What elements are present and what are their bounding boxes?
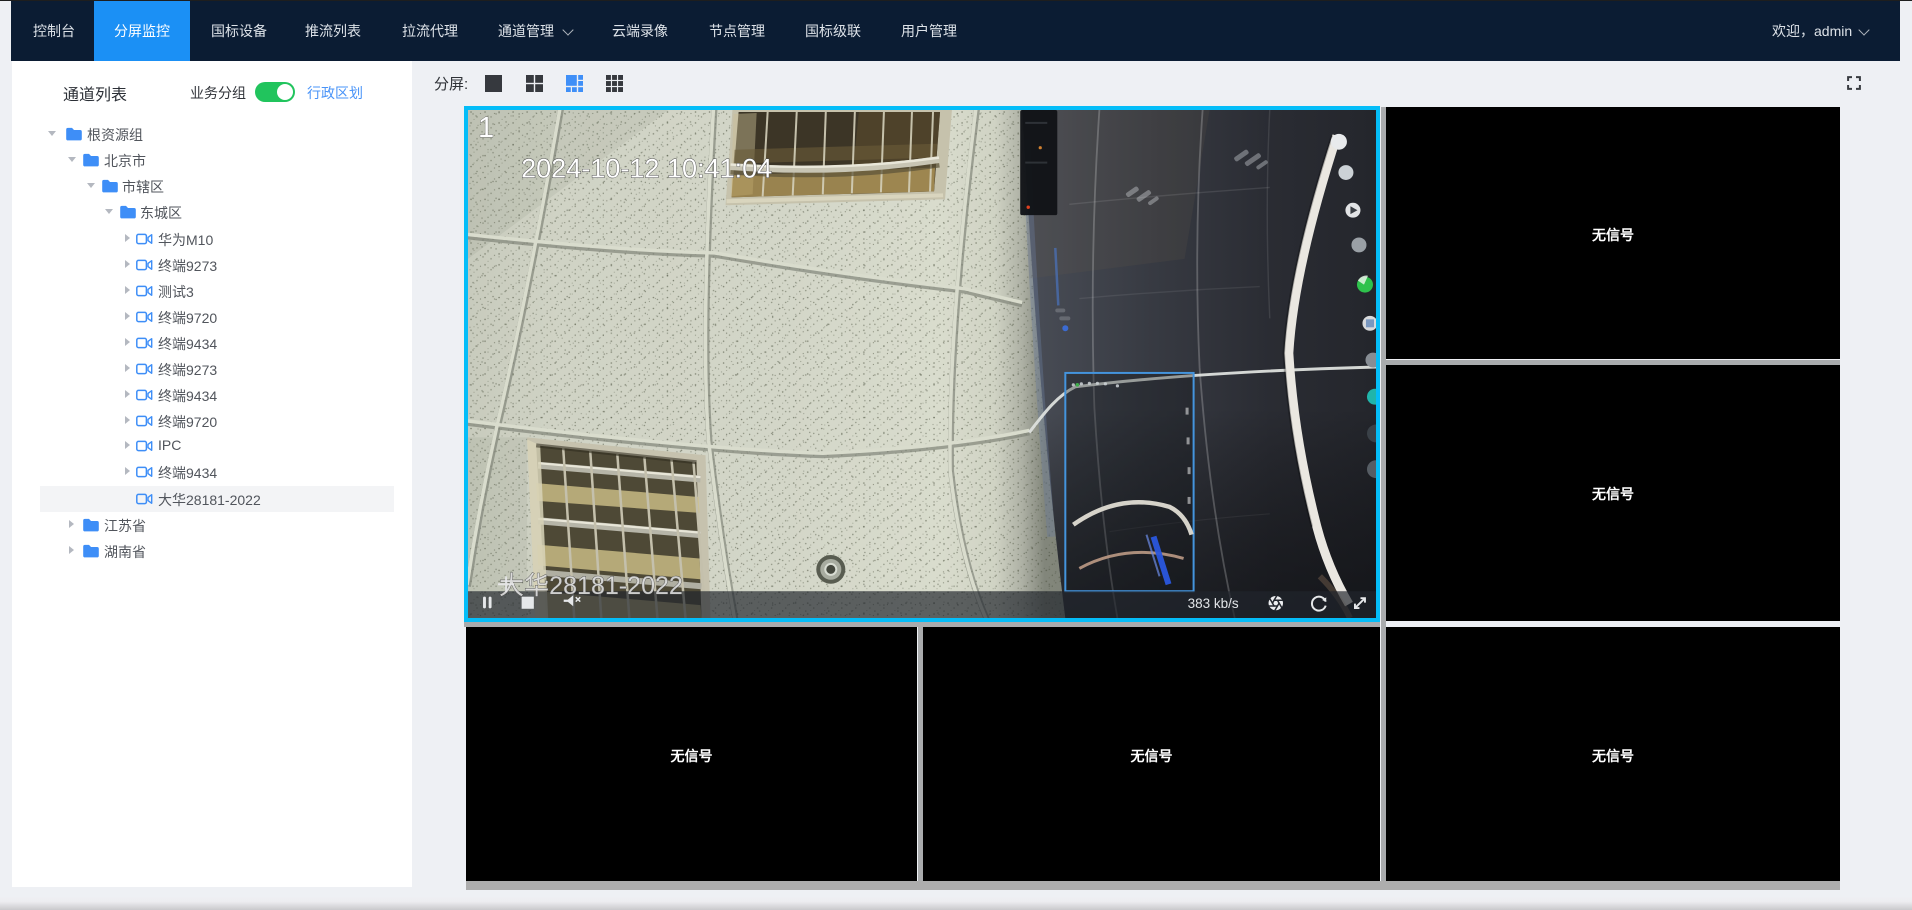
svg-text:大华28181-2022: 大华28181-2022 [499,572,683,600]
svg-text:383 kb/s: 383 kb/s [1188,596,1239,611]
svg-text:1: 1 [478,112,494,144]
svg-text:2024-10-12 10:41:04: 2024-10-12 10:41:04 [521,154,772,184]
